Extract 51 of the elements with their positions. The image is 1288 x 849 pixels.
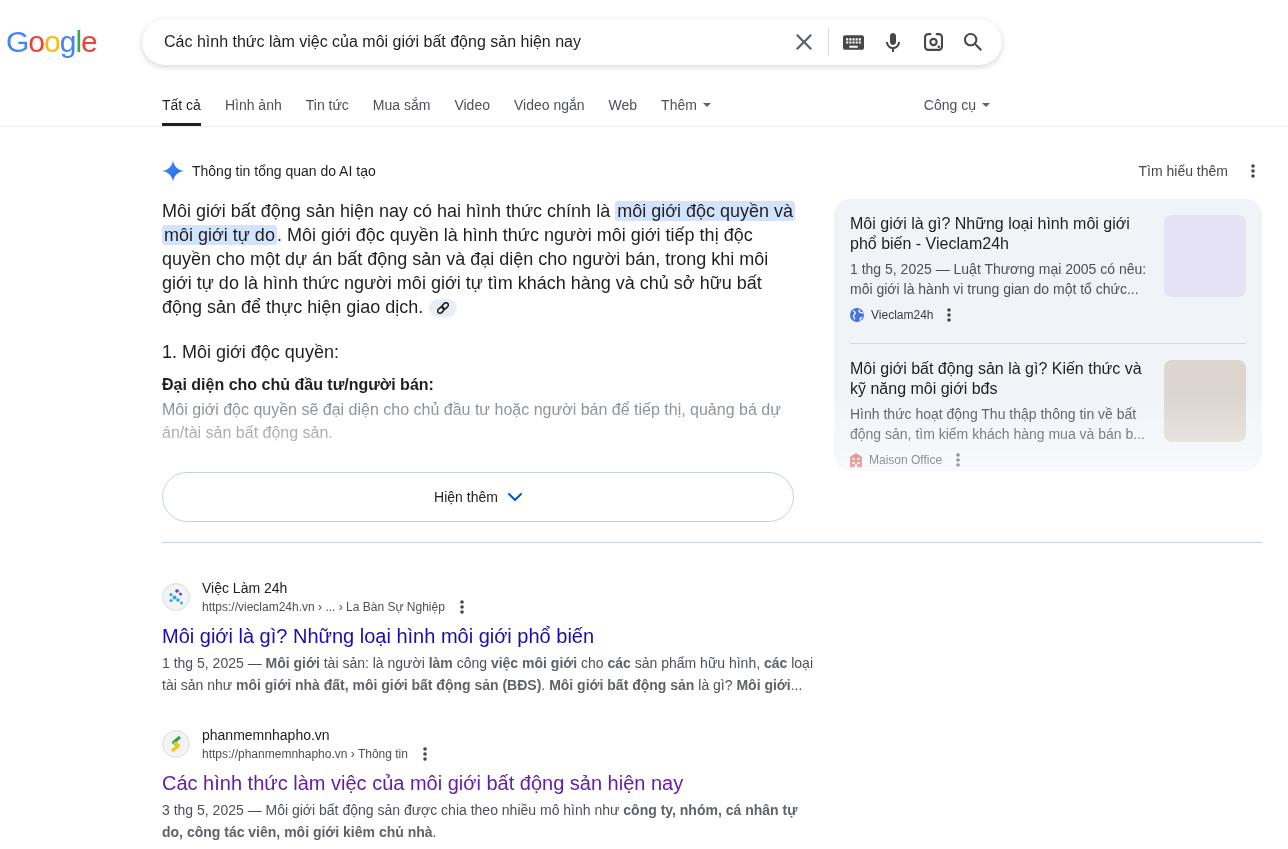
building-icon (850, 453, 862, 467)
more-icon[interactable] (947, 308, 952, 322)
ai-detail-text: Môi giới độc quyền sẽ đại diện cho chủ đầu tư hoặc người bán để tiếp thị, quảng bá dự án/tài sản bất động sản. (162, 400, 782, 443)
microphone-icon[interactable] (886, 32, 900, 52)
ai-overview-title: Thông tin tổng quan do AI tạo (192, 162, 376, 181)
more-menu-tab[interactable]: Thêm (661, 80, 711, 126)
camera-icon[interactable] (923, 33, 943, 51)
close-icon[interactable] (796, 34, 812, 50)
result-snippet: 1 thg 5, 2025 — Môi giới tài sản: là người làm công việc môi giới cho các sản phẩm hữu hình, các loại tài sản như môi giới nhà đất, môi giới bất động sản (BĐS). Môi giới bất động sản là gì? Môi giới... (162, 654, 814, 695)
tab[interactable]: Tin tức (305, 80, 349, 126)
result-url: https://vieclam24h.vn › ... › La Bàn Sự Nghiệp (202, 599, 445, 616)
result-title[interactable]: Các hình thức làm việc của môi giới bất động sản hiện nay (162, 770, 684, 796)
tab[interactable]: Web (608, 80, 638, 126)
more-icon[interactable] (459, 600, 464, 614)
logo[interactable]: Google (6, 25, 97, 59)
tab[interactable]: Mua sắm (372, 80, 431, 126)
site-name: Việc Làm 24h (202, 579, 288, 598)
learn-more-link[interactable]: Tìm hiểu thêm (1138, 161, 1228, 181)
more-icon[interactable] (422, 747, 427, 761)
keyboard-icon[interactable] (842, 34, 864, 50)
ai-subheading: Đại diện cho chủ đầu tư/người bán: (162, 375, 434, 395)
source-name: Vieclam24h (871, 307, 934, 324)
globe-icon (850, 308, 864, 322)
more-icon[interactable] (1251, 164, 1255, 178)
dots-favicon-icon (162, 583, 190, 611)
search-field[interactable]: Các hình thức làm việc của môi giới bất động sản hiện nay (164, 30, 776, 54)
result-title[interactable]: Môi giới là gì? Những loại hình môi giới phổ biến (162, 623, 595, 649)
result-snippet: 3 thg 5, 2025 — Môi giới bất động sản được chia theo nhiều mô hình như công ty, nhóm, cá nhân tự do, công tác viên, môi giới kiêm chủ nhà. (162, 801, 799, 842)
source-title[interactable]: Môi giới là gì? Những loại hình môi giới phổ biến - Vieclam24h (850, 214, 1150, 254)
ai-heading: 1. Môi giới độc quyền: (162, 341, 339, 364)
sparkle-icon (162, 160, 184, 182)
tab[interactable]: Video (454, 80, 490, 126)
tab[interactable]: Video ngắn (513, 80, 585, 126)
search-icon[interactable] (964, 33, 982, 51)
source-link-button[interactable] (429, 299, 458, 317)
source-title[interactable]: Môi giới bất động sản là gì? Kiến thức và kỹ năng môi giới bđs (850, 359, 1150, 399)
caret-icon (982, 103, 990, 107)
chevrons-favicon-icon (162, 730, 190, 758)
source-name: Maison Office (869, 452, 943, 469)
show-more-button[interactable]: Hiện thêm (162, 472, 794, 522)
source-snippet: Hình thức hoạt động Thu thập thông tin về bất động sản, tìm kiếm khách hàng mua và bán b... (850, 405, 1146, 444)
source-snippet: 1 thg 5, 2025 — Luật Thương mại 2005 có nêu: môi giới là hành vi trung gian do một tổ chức... (850, 260, 1148, 299)
ai-summary-text: Môi giới bất động sản hiện nay có hai hình thức chính là môi giới độc quyền và môi giới tự do. Môi giới độc quyền là hình thức người môi giới tiếp thị độc quyền cho một dự án bất động sản và đại diện cho người bán, trong khi môi giới tự do là hình thức người môi giới tự tìm khách hàng và chủ sở hữu bất động sản để thực hiện giao dịch. (162, 200, 797, 319)
link-icon (437, 302, 450, 314)
caret-icon (702, 103, 711, 107)
tab[interactable]: Tất cả (162, 80, 201, 126)
tab[interactable]: Hình ảnh (224, 80, 282, 126)
chevron-down-icon (507, 493, 522, 501)
site-name: phanmemnhapho.vn (202, 726, 330, 745)
result-url: https://phanmemnhapho.vn › Thông tin (202, 746, 408, 763)
tools-menu[interactable]: Công cụ (923, 80, 990, 126)
